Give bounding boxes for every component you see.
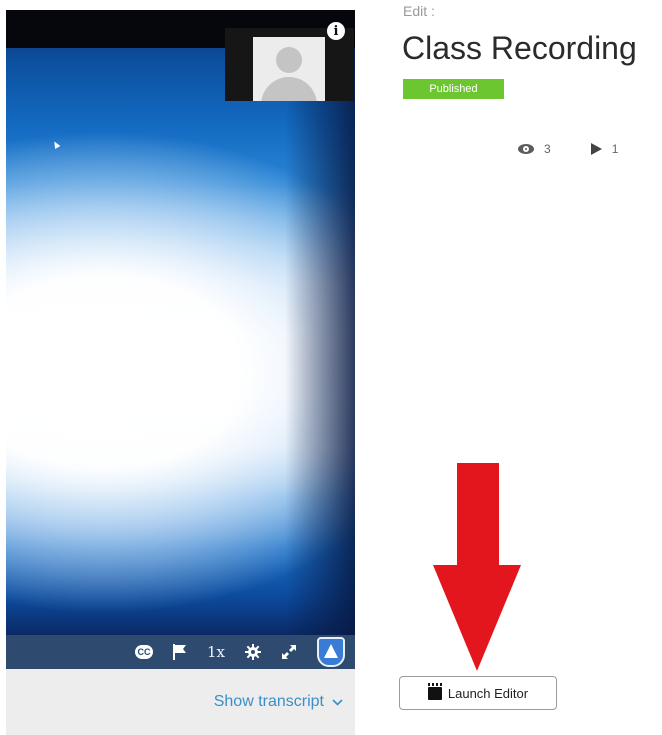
launch-editor-button[interactable]: Launch Editor [399, 676, 557, 710]
transcript-bar: Show transcript [6, 669, 355, 735]
page-title: Class Recording [402, 30, 637, 66]
expand-icon [282, 645, 296, 659]
views-count: 3 [544, 142, 551, 156]
player-control-bar: CC 1x [6, 635, 355, 669]
logo-icon [317, 637, 345, 667]
show-transcript-link[interactable]: Show transcript [214, 693, 343, 711]
clapperboard-icon [427, 682, 442, 700]
plays-count: 1 [611, 142, 619, 156]
down-arrow-annotation [433, 463, 521, 671]
settings-button[interactable] [245, 635, 261, 669]
playback-speed-label: 1x [206, 643, 225, 661]
plays-stat: 1 [590, 142, 619, 156]
avatar-head [276, 47, 302, 73]
info-icon[interactable]: i [327, 22, 345, 40]
entry-stats: 3 1 [518, 142, 658, 156]
logo-mark [324, 644, 338, 658]
flag-icon [172, 644, 186, 660]
edit-label: Edit : [403, 3, 435, 19]
launch-editor-label: Launch Editor [447, 685, 529, 701]
views-stat: 3 [518, 142, 551, 156]
show-transcript-label: Show transcript [213, 693, 324, 710]
chevron-down-icon [332, 695, 343, 709]
flag-button[interactable] [172, 635, 187, 669]
eye-icon [518, 144, 534, 154]
status-badge: Published [403, 79, 504, 99]
video-vignette [285, 10, 355, 635]
playback-speed-button[interactable]: 1x [207, 635, 225, 669]
fullscreen-button[interactable] [281, 635, 297, 669]
captions-button[interactable]: CC [134, 635, 153, 669]
gear-icon [245, 644, 261, 660]
video-player[interactable]: i [6, 10, 355, 635]
play-icon [590, 143, 602, 155]
cc-icon: CC [134, 645, 153, 659]
avatar-body [261, 77, 317, 101]
avatar-placeholder [253, 37, 325, 101]
